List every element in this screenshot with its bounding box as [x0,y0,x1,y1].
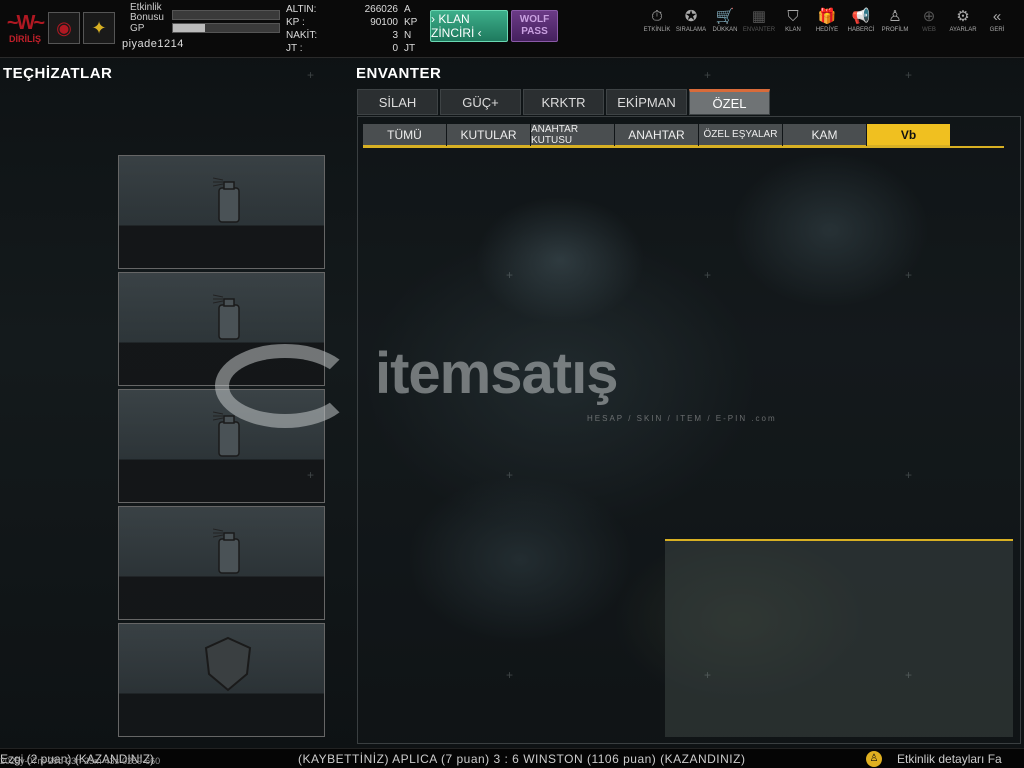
rank-badge[interactable]: ✦ [83,12,115,44]
gear-icon: ⚙ [956,8,970,25]
spray-can-icon [212,174,240,223]
equipment-slot[interactable] [118,623,325,737]
plus-mark-icon: + [506,668,514,682]
top-bar: ~W~ DİRİLİŞ ◉ ✦ Etkinlik Bonusu GP piyad… [0,0,1024,58]
plus-mark-icon: + [307,468,315,482]
nav-profile[interactable]: ♙ PROFİLM [878,8,912,34]
plus-mark-icon: + [905,68,913,82]
news-ticker: Ezgi (2 puan) (KAZANDINIZ) 2025y-07m-29d… [0,748,1024,768]
nav-label: ETKİNLİK [643,27,671,33]
currency-row-jt: JT :0 JT [286,43,416,54]
back-icon: « [992,8,1002,25]
inventory-icon: ▦ [751,8,767,25]
equipment-title: TEÇHİZATLAR [3,65,113,82]
username: piyade1214 [122,38,184,50]
equipment-slot[interactable] [118,155,325,269]
nav-shield[interactable]: ⛉ KLAN [776,8,810,34]
nav-medal[interactable]: ✪ SIRALAMA [674,8,708,34]
subtab-ozel-esyalar[interactable]: ÖZEL EŞYALAR [699,124,782,147]
nav-label: HEDİYE [815,27,839,33]
tab-ozel[interactable]: ÖZEL [689,89,770,115]
currency-row-kp: KP :90100 KP [286,17,418,28]
nav-back[interactable]: « GERİ [980,8,1014,34]
equipment-slot[interactable] [118,272,325,386]
rank-eagle-icon: ✦ [91,17,107,38]
nav-inventory[interactable]: ▦ ENVANTER [742,8,776,34]
gift-icon: 🎁 [817,8,837,25]
medal-icon: ✪ [684,8,698,25]
wolf-emblem-icon: ◉ [56,17,72,38]
ticker-timestamp: 2025y-07m-29d-23h-23m-43s-0259-660 [0,756,161,766]
nav-label: GERİ [989,27,1005,33]
currency-row-cash: NAKİT: 3 N [286,30,412,41]
item-detail-box [665,539,1013,737]
plus-mark-icon: + [307,68,315,82]
event-bonus-bar [172,10,280,20]
inventory-sub-tabs: TÜMÜ KUTULAR ANAHTAR KUTUSU ANAHTAR ÖZEL EŞY… [363,124,951,147]
plus-mark-icon: + [905,468,913,482]
game-logo: ~W~ DİRİLİŞ [6,12,45,44]
tab-krktr[interactable]: KRKTR [523,89,604,115]
tab-guc[interactable]: GÜÇ+ [440,89,521,115]
shield-icon: ⛉ [787,8,799,25]
nav-label: HABERCİ [847,27,875,33]
ticker-event-details[interactable]: Etkinlik detayları Fa [897,749,1002,768]
plus-mark-icon: + [506,268,514,282]
tab-ekipman[interactable]: EKİPMAN [606,89,687,115]
subtab-anahtar[interactable]: ANAHTAR [615,124,698,147]
clan-chain-button[interactable]: › KLAN ZİNCİRİ ‹ [430,10,508,42]
nav-label: WEB [922,27,936,33]
currency-panel: ALTIN: 266026 A KP :90100 KP NAKİT: 3 N JT :0… [286,4,424,56]
subtab-underline [363,146,1004,148]
nav-megaphone[interactable]: 📢 HABERCİ [844,8,878,34]
nav-label: AYARLAR [949,27,977,33]
equipment-slot[interactable] [118,506,325,620]
profile-icon: ♙ [888,8,902,25]
person-icon[interactable]: ♙ [866,751,882,767]
inventory-main-tabs: SİLAH GÜÇ+ KRKTR EKİPMAN ÖZEL [357,89,772,115]
nav-label: PROFİLM [881,27,909,33]
subtab-vb[interactable]: Vb [867,124,950,147]
inventory-title: ENVANTER [356,65,442,82]
wolf-pass-button[interactable]: WOLF PASS [511,10,558,42]
subtab-anahtar-kutusu[interactable]: ANAHTAR KUTUSU [531,124,614,147]
plus-mark-icon: + [704,668,712,682]
subtab-kutular[interactable]: KUTULAR [447,124,530,147]
shield-icon [203,636,253,692]
ticker-match-result: (KAYBETTİNİZ) APLICA (7 puan) 3 : 6 WINS… [298,752,746,766]
nav-stopwatch[interactable]: ⏱ ETKİNLİK [640,8,674,34]
gp-label: GP [130,23,145,34]
clan-emblem-badge[interactable]: ◉ [48,12,80,44]
nav-label: SIRALAMA [675,27,707,33]
spray-can-icon [212,291,240,340]
currency-row-gold: ALTIN: 266026 A [286,4,411,15]
equipment-slot[interactable] [118,389,325,503]
plus-mark-icon: + [905,268,913,282]
nav-globe[interactable]: ⊕ WEB [912,8,946,34]
subtab-tumu[interactable]: TÜMÜ [363,124,446,147]
gp-bar [172,23,280,33]
cart-icon: 🛒 [715,8,735,25]
event-bonus-label: Etkinlik Bonusu [130,2,164,23]
nav-cart[interactable]: 🛒 DÜKKAN [708,8,742,34]
top-navigation: ⏱ ETKİNLİK ✪ SIRALAMA 🛒 DÜKKAN ▦ ENVANTER ⛉ KLAN 🎁… [640,8,1014,34]
spray-can-icon [212,525,240,574]
stopwatch-icon: ⏱ [651,8,663,25]
spray-can-icon [212,408,240,457]
subtab-kam[interactable]: KAM [783,124,866,147]
nav-gift[interactable]: 🎁 HEDİYE [810,8,844,34]
nav-label: ENVANTER [742,27,776,33]
nav-label: DÜKKAN [712,27,738,33]
plus-mark-icon: + [704,268,712,282]
plus-mark-icon: + [905,668,913,682]
game-screen: ~W~ DİRİLİŞ ◉ ✦ Etkinlik Bonusu GP piyad… [0,0,1024,768]
plus-mark-icon: + [506,468,514,482]
globe-icon: ⊕ [922,8,936,25]
tab-silah[interactable]: SİLAH [357,89,438,115]
nav-label: KLAN [785,27,801,33]
plus-mark-icon: + [704,68,712,82]
nav-gear[interactable]: ⚙ AYARLAR [946,8,980,34]
megaphone-icon: 📢 [851,8,871,25]
